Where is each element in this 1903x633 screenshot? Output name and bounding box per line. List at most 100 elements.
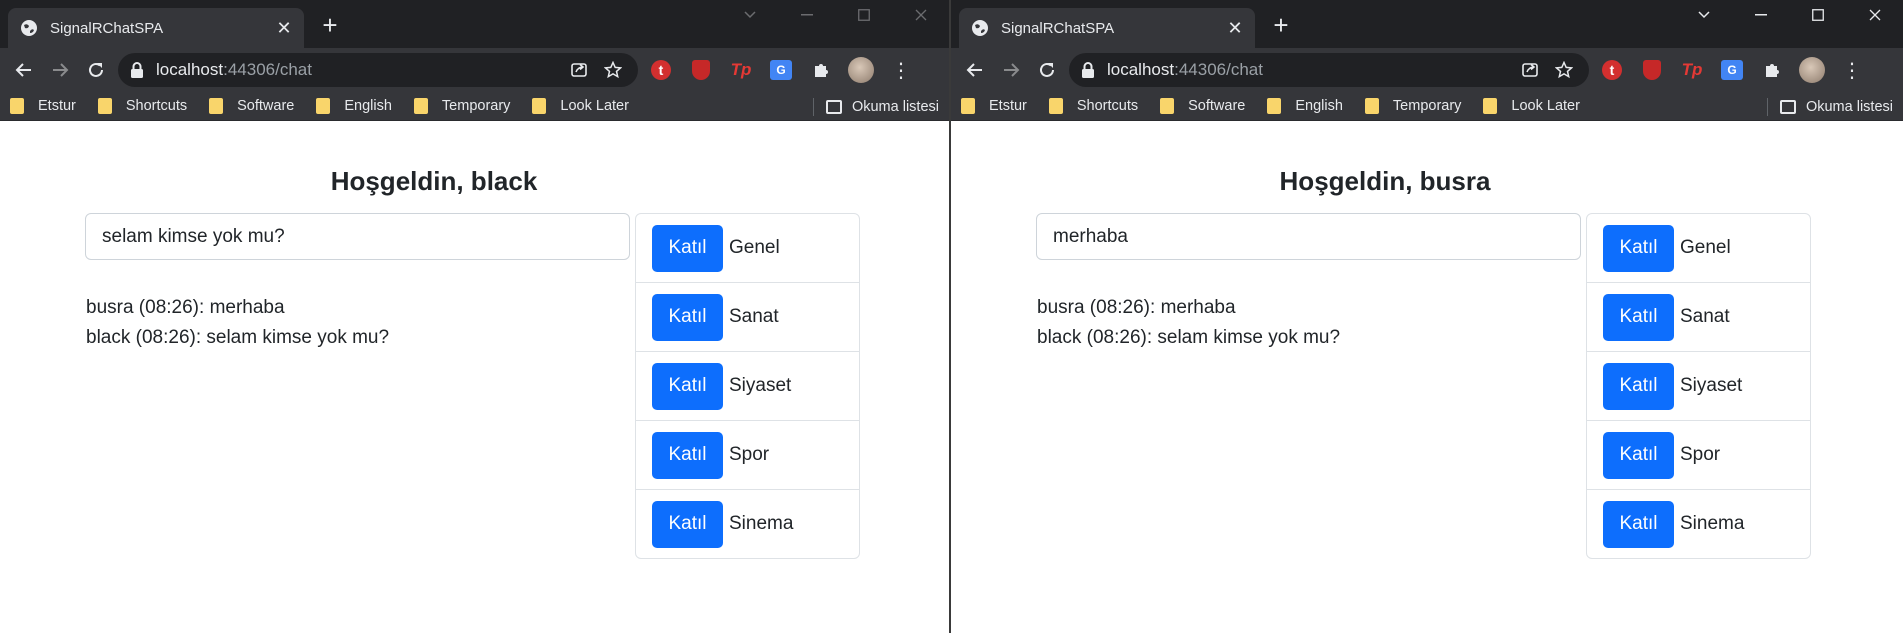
extension-shield-icon[interactable] — [1635, 53, 1669, 87]
back-button[interactable] — [6, 52, 42, 88]
extension-t-icon[interactable]: t — [1595, 53, 1629, 87]
extension-tp-icon[interactable]: Tp — [1675, 53, 1709, 87]
room-name: Sinema — [729, 513, 794, 534]
join-room-button[interactable]: Katıl — [1603, 500, 1674, 548]
star-icon[interactable] — [1551, 57, 1577, 83]
bookmark-label: Software — [237, 98, 295, 114]
join-room-button[interactable]: Katıl — [1603, 293, 1674, 341]
more-menu-icon[interactable]: ⋮ — [884, 53, 918, 87]
extension-t-icon[interactable]: t — [644, 53, 678, 87]
close-window-button[interactable] — [1846, 0, 1903, 30]
maximize-button[interactable] — [835, 0, 892, 30]
bookmark-item[interactable]: Temporary — [1364, 98, 1462, 114]
browser-tab[interactable]: SignalRChatSPA ✕ — [959, 8, 1255, 48]
bookmark-label: English — [344, 98, 392, 114]
bookmark-label: Look Later — [560, 98, 629, 114]
close-window-button[interactable] — [892, 0, 949, 30]
tab-title: SignalRChatSPA — [1001, 19, 1115, 37]
folder-icon — [413, 98, 428, 114]
url-path: :44306/chat — [1174, 60, 1263, 79]
browser-toolbar: localhost:44306/chat t Tp G ⋮ — [0, 48, 949, 92]
reading-list[interactable]: Okuma listesi — [1766, 92, 1893, 121]
back-button[interactable] — [957, 52, 993, 88]
bookmark-item[interactable]: Look Later — [1483, 98, 1580, 114]
profile-avatar[interactable] — [1795, 53, 1829, 87]
chat-message: black (08:26): selam kimse yok mu? — [1037, 327, 1341, 348]
join-room-button[interactable]: Katıl — [652, 431, 723, 479]
room-item: Katıl Sanat — [1587, 283, 1810, 352]
room-item: Katıl Siyaset — [1587, 352, 1810, 421]
bookmark-item[interactable]: Etstur — [961, 98, 1027, 114]
google-translate-icon[interactable]: G — [1715, 53, 1749, 87]
new-tab-button[interactable]: + — [1267, 12, 1295, 40]
close-tab-icon[interactable]: ✕ — [274, 18, 294, 38]
more-menu-icon[interactable]: ⋮ — [1835, 53, 1869, 87]
join-room-button[interactable]: Katıl — [652, 500, 723, 548]
room-name: Spor — [1680, 444, 1721, 465]
bookmark-item[interactable]: Shortcuts — [1048, 98, 1138, 114]
address-bar[interactable]: localhost:44306/chat — [118, 53, 638, 87]
join-room-button[interactable]: Katıl — [652, 224, 723, 272]
forward-button[interactable] — [42, 52, 78, 88]
message-input[interactable] — [85, 213, 630, 260]
join-room-button[interactable]: Katıl — [1603, 362, 1674, 410]
share-icon[interactable] — [1517, 57, 1543, 83]
join-room-button[interactable]: Katıl — [1603, 224, 1674, 272]
bookmark-item[interactable]: Shortcuts — [97, 98, 187, 114]
extension-tp-icon[interactable]: Tp — [724, 53, 758, 87]
bookmarks-bar: Etstur Shortcuts Software English Temporary L… — [0, 92, 949, 121]
address-bar[interactable]: localhost:44306/chat — [1069, 53, 1589, 87]
forward-button[interactable] — [993, 52, 1029, 88]
profile-avatar[interactable] — [844, 53, 878, 87]
folder-icon — [1364, 98, 1379, 114]
window-controls — [721, 0, 949, 30]
bookmark-label: Etstur — [989, 98, 1027, 114]
new-tab-button[interactable]: + — [316, 12, 344, 40]
bookmark-list: Etstur Shortcuts Software English Temporary L… — [961, 98, 1602, 114]
reading-list[interactable]: Okuma listesi — [812, 92, 939, 121]
tab-search-icon[interactable] — [721, 0, 778, 30]
bookmark-item[interactable]: Look Later — [532, 98, 629, 114]
join-room-button[interactable]: Katıl — [652, 293, 723, 341]
bookmark-item[interactable]: Temporary — [413, 98, 510, 114]
room-name: Siyaset — [1680, 375, 1743, 396]
page-title: Hoşgeldin, black — [330, 166, 538, 196]
close-tab-icon[interactable]: ✕ — [1225, 18, 1245, 38]
message-input[interactable] — [1036, 213, 1581, 260]
bookmark-item[interactable]: Software — [209, 98, 294, 114]
extension-shield-icon[interactable] — [684, 53, 718, 87]
star-icon[interactable] — [600, 57, 626, 83]
google-translate-icon[interactable]: G — [764, 53, 798, 87]
maximize-button[interactable] — [1789, 0, 1846, 30]
join-room-button[interactable]: Katıl — [652, 362, 723, 410]
tab-strip: SignalRChatSPA ✕ + — [0, 0, 949, 48]
room-item: Katıl Genel — [1587, 214, 1810, 283]
reload-button[interactable] — [78, 52, 114, 88]
bookmark-item[interactable]: English — [1267, 98, 1343, 114]
lock-icon[interactable] — [1081, 62, 1095, 78]
puzzle-icon[interactable] — [804, 53, 838, 87]
lock-icon[interactable] — [130, 62, 144, 78]
puzzle-icon[interactable] — [1755, 53, 1789, 87]
reading-list-icon — [1779, 99, 1796, 114]
browser-tab[interactable]: SignalRChatSPA ✕ — [8, 8, 304, 48]
bookmark-item[interactable]: English — [316, 98, 392, 114]
room-name: Genel — [729, 237, 780, 258]
share-icon[interactable] — [566, 57, 592, 83]
tab-search-icon[interactable] — [1675, 0, 1732, 30]
bookmark-label: Temporary — [1392, 98, 1462, 114]
join-room-button[interactable]: Katıl — [1603, 431, 1674, 479]
bookmark-item[interactable]: Software — [1160, 98, 1245, 114]
minimize-button[interactable] — [1732, 0, 1789, 30]
folder-icon — [316, 98, 331, 114]
room-item: Katıl Sanat — [636, 283, 859, 352]
room-item: Katıl Sinema — [636, 490, 859, 558]
url-path: :44306/chat — [223, 60, 312, 79]
minimize-button[interactable] — [778, 0, 835, 30]
divider — [1766, 97, 1768, 116]
globe-icon — [971, 19, 989, 37]
message-list: busra (08:26): merhaba black (08:26): sel… — [86, 293, 389, 353]
reload-button[interactable] — [1029, 52, 1065, 88]
bookmark-item[interactable]: Etstur — [10, 98, 76, 114]
reading-list-label: Okuma listesi — [851, 98, 939, 115]
